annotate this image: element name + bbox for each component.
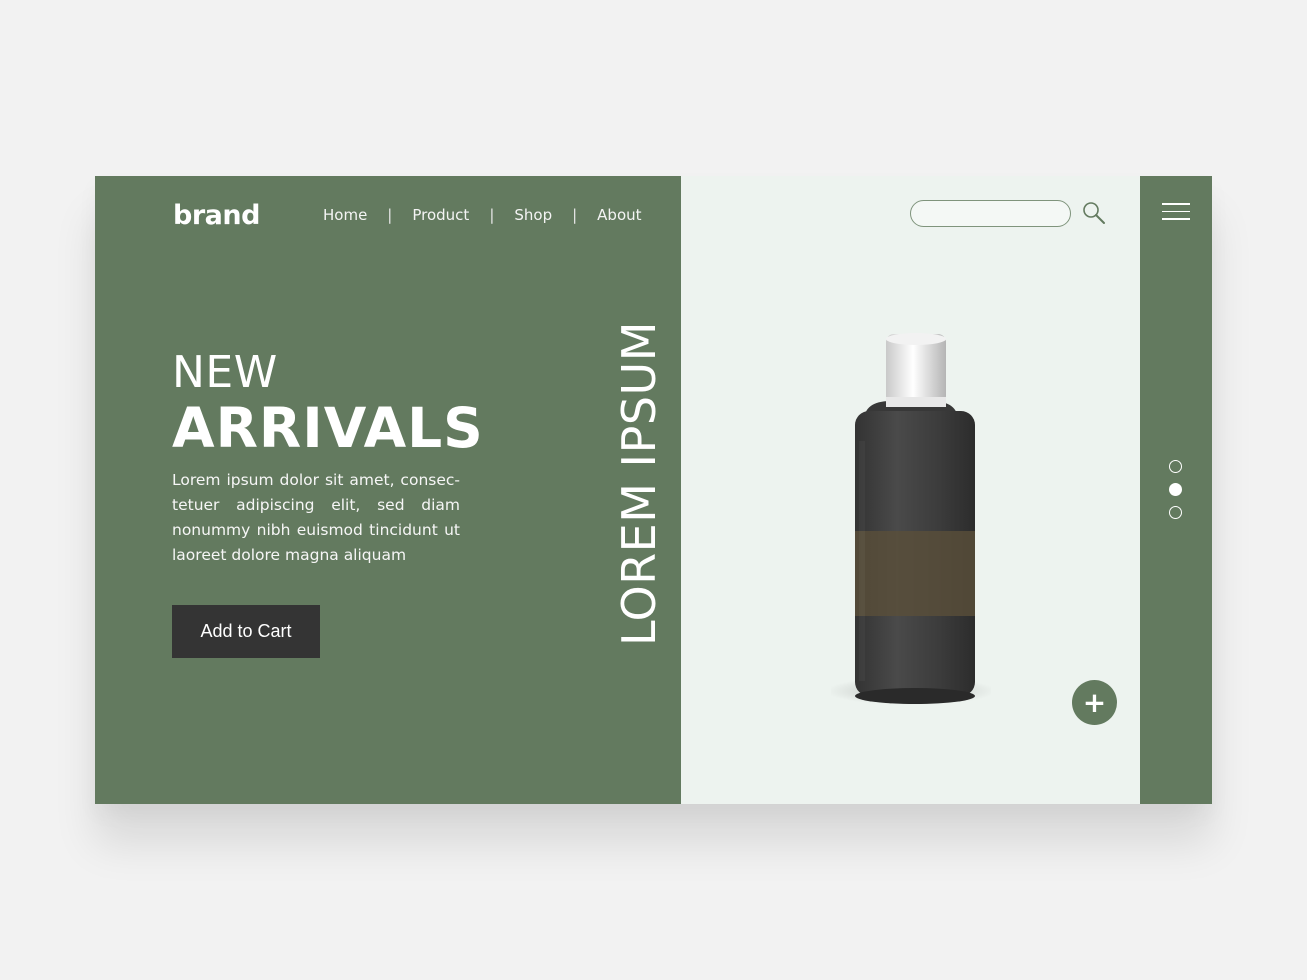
nav-item-home[interactable]: Home	[323, 206, 367, 224]
menu-icon[interactable]	[1162, 203, 1190, 223]
slider-dot[interactable]	[1169, 460, 1182, 473]
plus-icon: +	[1082, 686, 1107, 719]
nav-item-shop[interactable]: Shop	[514, 206, 552, 224]
slider-dot[interactable]	[1169, 506, 1182, 519]
hero-title-new: NEW	[172, 347, 278, 398]
menu-line	[1162, 203, 1190, 205]
left-panel: brand Home | Product | Shop | About NEW …	[95, 176, 681, 804]
product-bottle-image	[831, 333, 991, 705]
hero-description: Lorem ipsum dolor sit amet, consec- tetu…	[172, 471, 460, 564]
right-sidebar	[1140, 176, 1212, 804]
slider-dot-active[interactable]	[1169, 483, 1182, 496]
vertical-heading: LOREM IPSUM	[612, 321, 666, 646]
slider-dots	[1169, 460, 1182, 529]
search-input[interactable]	[910, 200, 1071, 227]
brand-logo[interactable]: brand	[173, 200, 260, 231]
nav-item-about[interactable]: About	[597, 206, 641, 224]
menu-line	[1162, 218, 1190, 220]
hero-title-arrivals: ARRIVALS	[172, 396, 484, 460]
product-panel: +	[681, 176, 1140, 804]
landing-card: brand Home | Product | Shop | About NEW …	[95, 176, 1212, 804]
nav-separator: |	[387, 206, 393, 224]
search-icon[interactable]	[1081, 200, 1107, 226]
add-product-button[interactable]: +	[1072, 680, 1117, 725]
nav-item-product[interactable]: Product	[412, 206, 469, 224]
nav-separator: |	[489, 206, 495, 224]
menu-line	[1162, 210, 1190, 212]
nav-separator: |	[572, 206, 578, 224]
main-nav: Home | Product | Shop | About	[323, 206, 642, 224]
add-to-cart-button[interactable]: Add to Cart	[172, 605, 320, 658]
